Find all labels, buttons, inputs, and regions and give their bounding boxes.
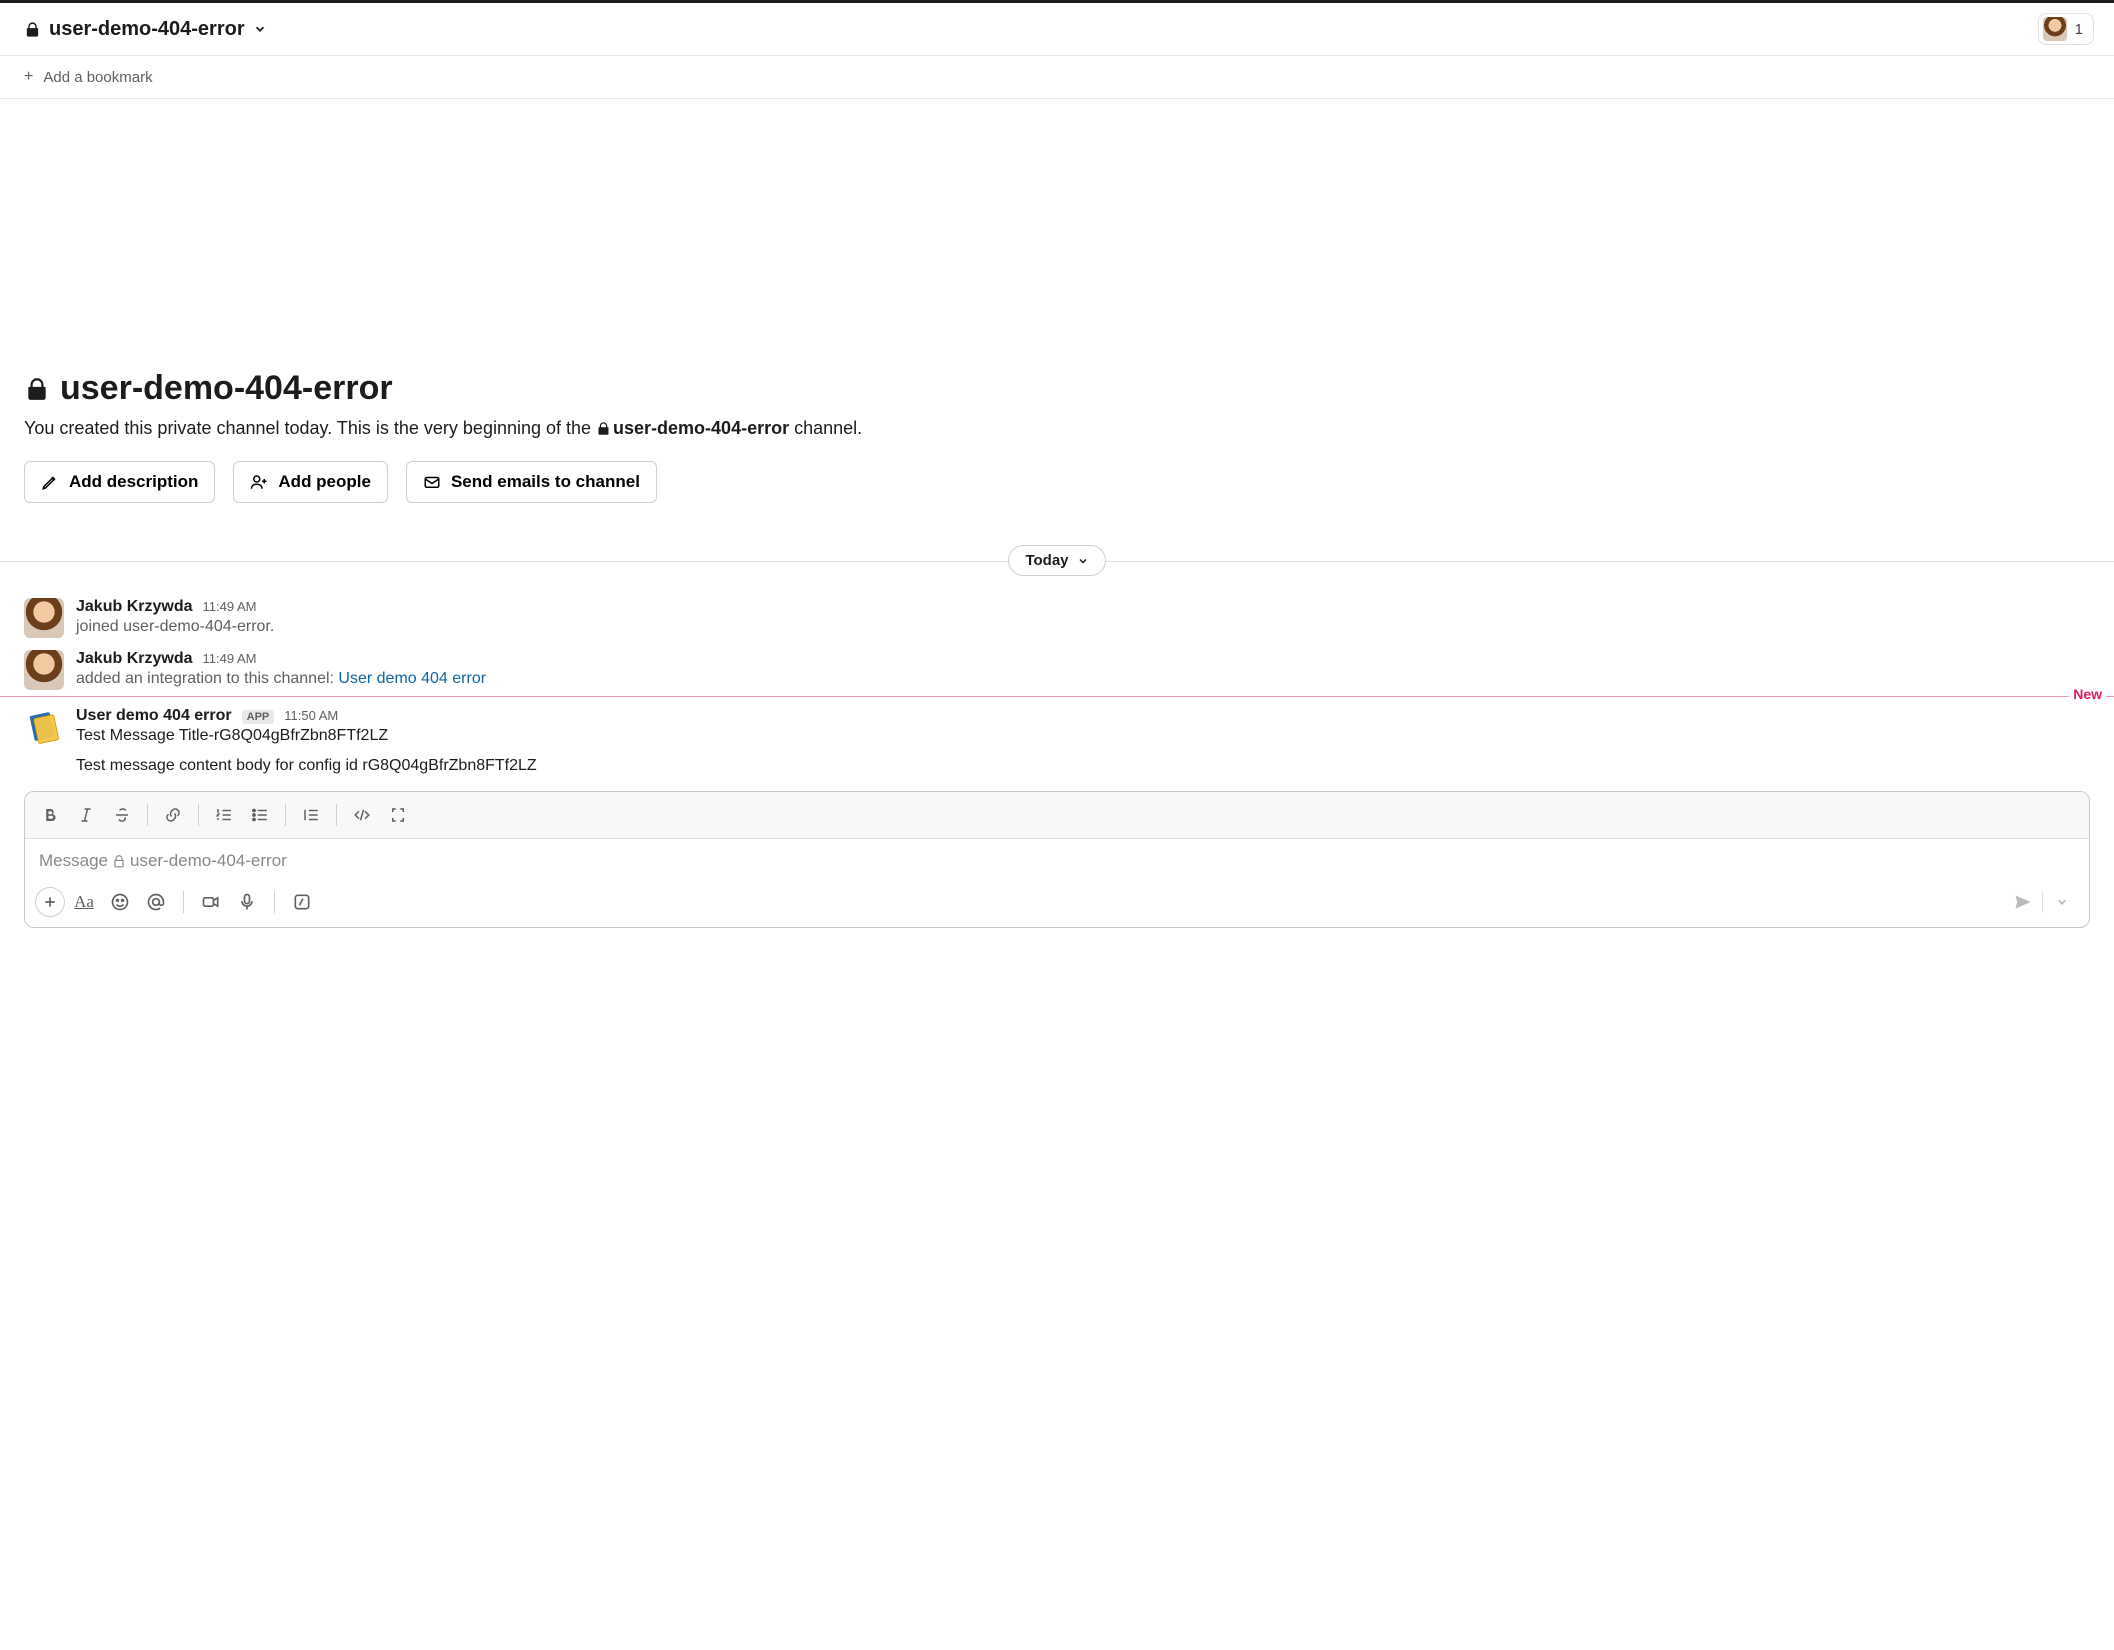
channel-name: user-demo-404-error bbox=[49, 18, 245, 41]
channel-header: user-demo-404-error 1 bbox=[0, 3, 2114, 56]
message-row: Jakub Krzywda 11:49 AM joined user-demo-… bbox=[0, 592, 2114, 644]
message-text: added an integration to this channel: Us… bbox=[76, 670, 2090, 688]
message-list: Jakub Krzywda 11:49 AM joined user-demo-… bbox=[0, 576, 2114, 791]
add-people-button[interactable]: Add people bbox=[233, 461, 388, 503]
avatar bbox=[2043, 17, 2067, 41]
chevron-down-icon bbox=[1077, 555, 1089, 567]
message-timestamp[interactable]: 11:50 AM bbox=[284, 708, 338, 723]
lock-icon bbox=[596, 420, 611, 441]
channel-members-button[interactable]: 1 bbox=[2038, 13, 2094, 45]
avatar[interactable] bbox=[24, 650, 64, 690]
message-text: joined user-demo-404-error. bbox=[76, 618, 2090, 636]
lock-icon bbox=[24, 376, 50, 402]
channel-intro: user-demo-404-error You created this pri… bbox=[0, 369, 2114, 521]
message-timestamp[interactable]: 11:49 AM bbox=[202, 651, 256, 666]
message-author[interactable]: Jakub Krzywda bbox=[76, 650, 192, 668]
intro-title: user-demo-404-error bbox=[24, 369, 2090, 408]
attach-button[interactable] bbox=[35, 887, 65, 917]
message-row: Jakub Krzywda 11:49 AM added an integrat… bbox=[0, 644, 2114, 696]
message-row: User demo 404 error APP 11:50 AM Test Me… bbox=[0, 701, 2114, 781]
audio-button[interactable] bbox=[230, 885, 264, 919]
send-emails-button[interactable]: Send emails to channel bbox=[406, 461, 657, 503]
new-messages-divider: New bbox=[0, 696, 2114, 697]
envelope-icon bbox=[423, 473, 441, 491]
lock-icon bbox=[112, 854, 126, 868]
app-avatar[interactable] bbox=[24, 707, 64, 747]
code-button[interactable] bbox=[345, 798, 379, 832]
add-bookmark-button[interactable]: + Add a bookmark bbox=[0, 56, 2114, 99]
ordered-list-button[interactable] bbox=[207, 798, 241, 832]
add-bookmark-label: Add a bookmark bbox=[43, 69, 152, 86]
blockquote-button[interactable] bbox=[294, 798, 328, 832]
member-count: 1 bbox=[2075, 21, 2083, 38]
message-author[interactable]: Jakub Krzywda bbox=[76, 598, 192, 616]
composer-actions: Aa bbox=[25, 881, 2089, 927]
mention-button[interactable] bbox=[139, 885, 173, 919]
add-person-icon bbox=[250, 473, 268, 491]
message-text: Test Message Title-rG8Q04gBfrZbn8FTf2LZ bbox=[76, 727, 2090, 745]
channel-title-button[interactable]: user-demo-404-error bbox=[24, 18, 267, 41]
send-button[interactable] bbox=[2006, 885, 2040, 919]
strikethrough-button[interactable] bbox=[105, 798, 139, 832]
chevron-down-icon bbox=[253, 22, 267, 36]
pencil-icon bbox=[41, 473, 59, 491]
message-scroll-area: user-demo-404-error You created this pri… bbox=[0, 99, 2114, 1650]
link-button[interactable] bbox=[156, 798, 190, 832]
video-button[interactable] bbox=[194, 885, 228, 919]
date-divider: Today bbox=[0, 545, 2114, 576]
avatar[interactable] bbox=[24, 598, 64, 638]
intro-description: You created this private channel today. … bbox=[24, 418, 2090, 441]
message-timestamp[interactable]: 11:49 AM bbox=[202, 599, 256, 614]
integration-link[interactable]: User demo 404 error bbox=[338, 670, 486, 687]
intro-action-buttons: Add description Add people Send emails t… bbox=[24, 461, 2090, 503]
italic-button[interactable] bbox=[69, 798, 103, 832]
toggle-formatting-button[interactable]: Aa bbox=[67, 885, 101, 919]
code-block-button[interactable] bbox=[381, 798, 415, 832]
formatting-toolbar bbox=[25, 792, 2089, 839]
bold-button[interactable] bbox=[33, 798, 67, 832]
emoji-button[interactable] bbox=[103, 885, 137, 919]
message-author[interactable]: User demo 404 error bbox=[76, 707, 232, 725]
date-jump-button[interactable]: Today bbox=[1008, 545, 1105, 576]
send-options-button[interactable] bbox=[2045, 885, 2079, 919]
lock-icon bbox=[24, 21, 41, 38]
bulleted-list-button[interactable] bbox=[243, 798, 277, 832]
message-input[interactable]: Message user-demo-404-error bbox=[25, 839, 2089, 881]
plus-icon: + bbox=[24, 68, 33, 86]
message-composer: Message user-demo-404-error Aa bbox=[0, 791, 2114, 946]
app-badge: APP bbox=[242, 710, 275, 724]
message-text: Test message content body for config id … bbox=[76, 757, 2090, 775]
shortcuts-button[interactable] bbox=[285, 885, 319, 919]
add-description-button[interactable]: Add description bbox=[24, 461, 215, 503]
